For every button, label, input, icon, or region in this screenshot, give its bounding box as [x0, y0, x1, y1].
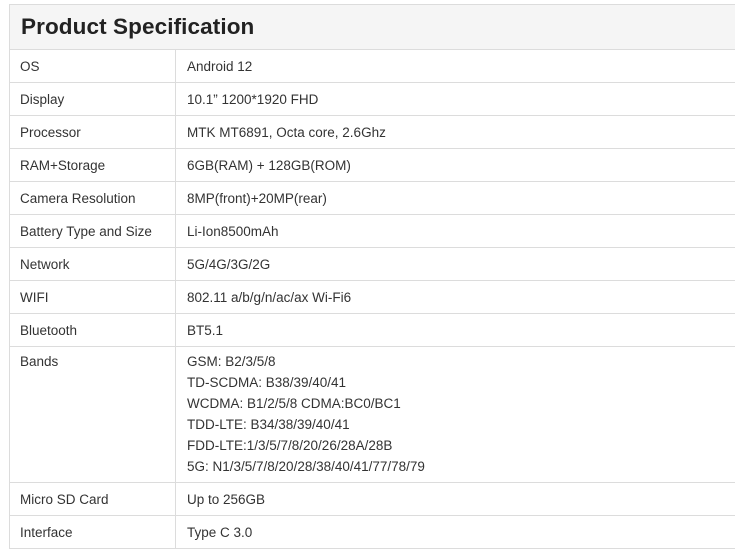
spec-table: Product Specification OS Android 12 Disp… [9, 4, 735, 549]
table-row: WIFI 802.11 a/b/g/n/ac/ax Wi-Fi6 [10, 281, 735, 314]
table-row: Micro SD Card Up to 256GB [10, 483, 735, 516]
table-row: Processor MTK MT6891, Octa core, 2.6Ghz [10, 116, 735, 149]
row-value: Li-Ion8500mAh [187, 224, 279, 239]
bands-line: WCDMA: B1/2/5/8 CDMA:BC0/BC1 [187, 396, 401, 411]
row-value: Android 12 [187, 59, 253, 74]
page-title: Product Specification [21, 14, 255, 39]
table-row: Network 5G/4G/3G/2G [10, 248, 735, 281]
row-label: Battery Type and Size [10, 215, 176, 247]
row-label: WIFI [10, 281, 176, 313]
row-label: RAM+Storage [10, 149, 176, 181]
bands-line: TD-SCDMA: B38/39/40/41 [187, 375, 347, 390]
row-value: 8MP(front)+20MP(rear) [187, 191, 327, 206]
bands-line: TDD-LTE: B34/38/39/40/41 [187, 417, 350, 432]
row-value: 802.11 a/b/g/n/ac/ax Wi-Fi6 [187, 290, 352, 305]
row-value: 5G/4G/3G/2G [187, 257, 271, 272]
row-label: Interface [10, 516, 176, 548]
row-label: OS [10, 50, 176, 82]
row-value: 10.1” 1200*1920 FHD [187, 92, 319, 107]
table-row: Bluetooth BT5.1 [10, 314, 735, 347]
row-value: MTK MT6891, Octa core, 2.6Ghz [187, 125, 386, 140]
bands-line: GSM: B2/3/5/8 [187, 354, 276, 369]
row-label: Processor [10, 116, 176, 148]
table-row: Battery Type and Size Li-Ion8500mAh [10, 215, 735, 248]
row-value: Up to 256GB [187, 492, 266, 507]
row-label: Camera Resolution [10, 182, 176, 214]
row-value: BT5.1 [187, 323, 224, 338]
row-label: Display [10, 83, 176, 115]
row-value: Type C 3.0 [187, 525, 253, 540]
row-label: Micro SD Card [10, 483, 176, 515]
table-row: Camera Resolution 8MP(front)+20MP(rear) [10, 182, 735, 215]
bands-value: GSM: B2/3/5/8 TD-SCDMA: B38/39/40/41 WCD… [176, 347, 735, 482]
bands-line: FDD-LTE:1/3/5/7/8/20/26/28A/28B [187, 438, 393, 453]
table-row: OS Android 12 [10, 50, 735, 83]
row-label: Network [10, 248, 176, 280]
table-row: Interface Type C 3.0 [10, 516, 735, 549]
spec-header: Product Specification [10, 5, 735, 50]
table-row: RAM+Storage 6GB(RAM) + 128GB(ROM) [10, 149, 735, 182]
table-row-bands: Bands GSM: B2/3/5/8 TD-SCDMA: B38/39/40/… [10, 347, 735, 483]
row-label: Bluetooth [10, 314, 176, 346]
bands-line: 5G: N1/3/5/7/8/20/28/38/40/41/77/78/79 [187, 459, 425, 474]
row-value: 6GB(RAM) + 128GB(ROM) [187, 158, 351, 173]
table-row: Display 10.1” 1200*1920 FHD [10, 83, 735, 116]
row-label: Bands [10, 347, 176, 482]
